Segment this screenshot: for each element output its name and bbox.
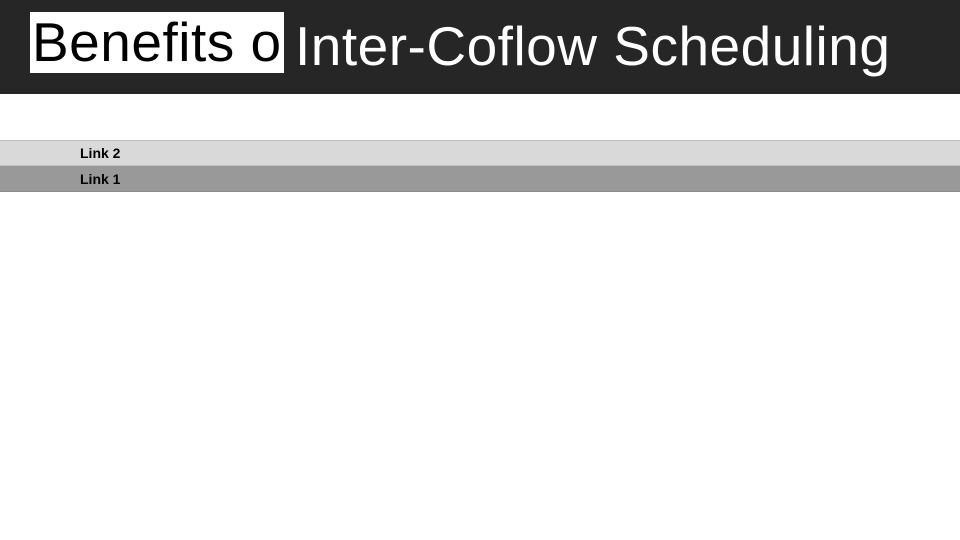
link-2-label: Link 2 [80, 145, 120, 161]
link-row-1: Link 1 [0, 166, 960, 192]
title-part-a: Benefits o [30, 12, 284, 73]
link-1-label: Link 1 [80, 171, 120, 187]
link-row-2: Link 2 [0, 140, 960, 166]
title-part-b: Inter-Coflow Scheduling [295, 16, 890, 77]
